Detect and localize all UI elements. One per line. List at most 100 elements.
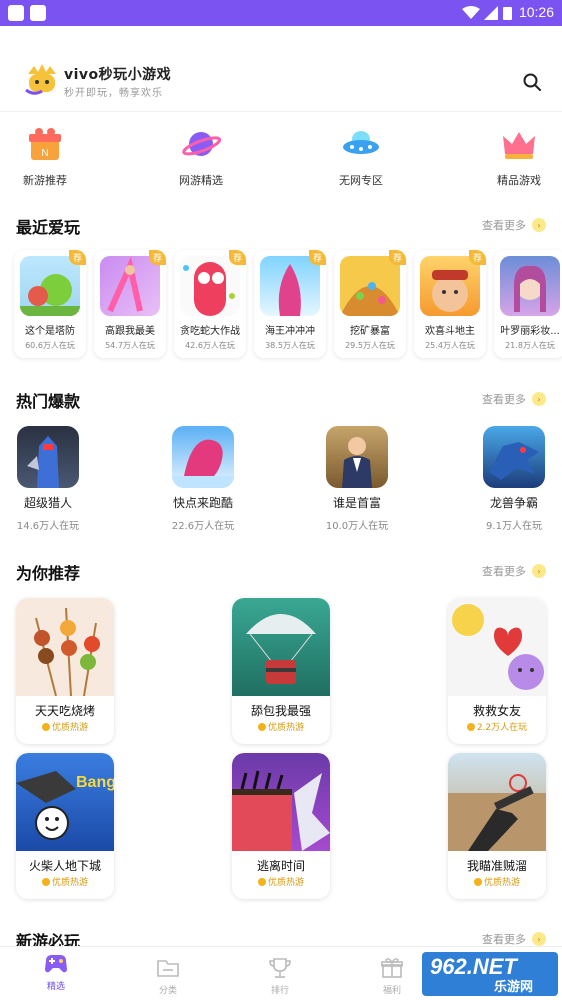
game-name: 舔包我最强 (250, 704, 311, 718)
quick-nav-offline-games[interactable]: 无网专区 (316, 120, 406, 188)
recent-game-card[interactable]: 叶罗丽彩妆... 21.8万人在玩 (494, 250, 562, 358)
quick-nav-label: 新游推荐 (23, 174, 67, 187)
game-thumbnail (500, 256, 560, 316)
game-plays: 10.0万人在玩 (325, 521, 389, 532)
hot-dot-icon (466, 723, 475, 731)
quick-nav-label: 无网专区 (339, 174, 383, 187)
chevron-right-icon: › (532, 218, 546, 232)
game-thumbnail (172, 426, 234, 488)
game-name: 快点来跑酷 (172, 496, 233, 510)
recommend-game-card[interactable]: Bang 火柴人地下城 优质热游 (16, 753, 114, 899)
game-tag-label: 优质热游 (51, 723, 88, 733)
recommend-game-card[interactable]: 天天吃烧烤 优质热游 (16, 598, 114, 744)
game-name: 天天吃烧烤 (34, 704, 95, 718)
quick-nav: N 新游推荐 网游精选 无网专区 精品游戏 (0, 120, 562, 192)
quick-nav-online-games[interactable]: 网游精选 (156, 120, 246, 188)
app-notification-icon (30, 5, 46, 21)
tab-welfare[interactable]: 福利 (352, 947, 432, 1000)
hot-game-item[interactable]: 快点来跑酷 22.6万人在玩 (157, 426, 249, 532)
game-thumbnail (232, 598, 330, 696)
game-plays: 25.4万人在玩 (425, 341, 475, 350)
status-time: 10:26 (518, 4, 554, 20)
tab-ranking[interactable]: 排行 (240, 947, 320, 1000)
recent-game-card[interactable]: 荐 欢喜斗地主 25.4万人在玩 (414, 250, 486, 358)
game-plays: 60.6万人在玩 (25, 341, 75, 350)
see-more-recommend[interactable]: 查看更多 › (482, 563, 546, 579)
game-thumbnail (448, 598, 546, 696)
recent-games-row: 荐 这个是塔防 60.6万人在玩 荐 高跟我最美 54.7万人在玩 荐 贪吃蛇大… (14, 250, 562, 360)
recommend-game-card[interactable]: 舔包我最强 优质热游 (232, 598, 330, 744)
recommend-badge: 荐 (388, 250, 406, 265)
game-thumbnail (16, 598, 114, 696)
game-tag-label: 2.2万人在玩 (476, 723, 528, 733)
tab-label: 精选 (46, 982, 65, 992)
see-more-label: 查看更多 (482, 393, 526, 406)
game-plays: 14.6万人在玩 (16, 521, 80, 532)
tab-label: 分类 (158, 986, 177, 996)
recent-game-card[interactable]: 荐 贪吃蛇大作战 42.6万人在玩 (174, 250, 246, 358)
game-thumbnail (180, 256, 240, 316)
see-more-label: 查看更多 (482, 933, 526, 946)
trophy-icon (269, 958, 291, 978)
see-more-recent[interactable]: 查看更多 › (482, 217, 546, 233)
app-header: vivo秒玩小游戏 秒开即玩，畅享欢乐 (0, 26, 562, 112)
tab-featured[interactable]: 精选 (16, 947, 96, 1000)
app-logo (25, 64, 56, 95)
recommend-game-card[interactable]: 逃离时间 优质热游 (232, 753, 330, 899)
quick-nav-premium-games[interactable]: 精品游戏 (474, 120, 562, 188)
game-thumbnail (326, 426, 388, 488)
hot-game-item[interactable]: 龙兽争霸 9.1万人在玩 (468, 426, 560, 532)
game-name: 超级猎人 (23, 496, 72, 510)
recent-game-card[interactable]: 荐 这个是塔防 60.6万人在玩 (14, 250, 86, 358)
game-tag: 2.2万人在玩 (448, 720, 546, 733)
battery-icon (503, 7, 512, 20)
crown-icon (503, 132, 535, 159)
notification-icon (8, 5, 24, 21)
section-title-recommend: 为你推荐 (16, 564, 81, 583)
game-name: 这个是塔防 (25, 326, 75, 337)
hot-dot-icon (257, 878, 266, 886)
folder-icon (157, 960, 179, 977)
game-tag-label: 优质热游 (267, 723, 304, 733)
chevron-right-icon: › (532, 392, 546, 406)
game-tag: 优质热游 (16, 875, 114, 888)
tab-category[interactable]: 分类 (128, 947, 208, 1000)
recent-game-card[interactable]: 荐 海王冲冲冲 38.5万人在玩 (254, 250, 326, 358)
recommend-badge: 荐 (228, 250, 246, 265)
game-name: 叶罗丽彩妆... (500, 326, 560, 337)
game-thumbnail (340, 256, 400, 316)
recent-game-card[interactable]: 荐 高跟我最美 54.7万人在玩 (94, 250, 166, 358)
game-name: 谁是首富 (332, 496, 381, 510)
section-title-hot: 热门爆款 (16, 392, 81, 411)
see-more-new-games[interactable]: 查看更多 › (482, 931, 546, 947)
game-name: 龙兽争霸 (489, 496, 538, 510)
game-plays: 38.5万人在玩 (265, 341, 315, 350)
hot-game-item[interactable]: 谁是首富 10.0万人在玩 (311, 426, 403, 532)
section-title-recent: 最近爱玩 (16, 218, 81, 237)
quick-nav-new-games[interactable]: N 新游推荐 (0, 120, 90, 188)
signal-icon (484, 6, 498, 20)
gift-icon (381, 958, 403, 978)
hot-game-item[interactable]: 超级猎人 14.6万人在玩 (2, 426, 94, 532)
see-more-hot[interactable]: 查看更多 › (482, 391, 546, 407)
chevron-right-icon: › (532, 564, 546, 578)
recent-game-card[interactable]: 荐 挖矿暴富 29.5万人在玩 (334, 250, 406, 358)
search-icon[interactable] (522, 72, 542, 92)
game-plays: 22.6万人在玩 (171, 521, 235, 532)
recommend-game-card[interactable]: 救救女友 2.2万人在玩 (448, 598, 546, 744)
game-plays: 54.7万人在玩 (105, 341, 155, 350)
game-thumbnail (420, 256, 480, 316)
game-name: 欢喜斗地主 (425, 326, 475, 337)
svg-text:Bang: Bang (76, 774, 114, 791)
recommend-badge: 荐 (148, 250, 166, 265)
see-more-label: 查看更多 (482, 219, 526, 232)
game-thumbnail (483, 426, 545, 488)
hot-dot-icon (41, 723, 50, 731)
game-tag-label: 优质热游 (51, 878, 88, 888)
gift-box-icon: N (29, 128, 61, 160)
game-name: 海王冲冲冲 (265, 326, 315, 337)
game-thumbnail (232, 753, 330, 851)
recommend-game-card[interactable]: 我瞄准贼溜 优质热游 (448, 753, 546, 899)
wifi-icon (462, 6, 480, 19)
game-tag: 优质热游 (232, 720, 330, 733)
